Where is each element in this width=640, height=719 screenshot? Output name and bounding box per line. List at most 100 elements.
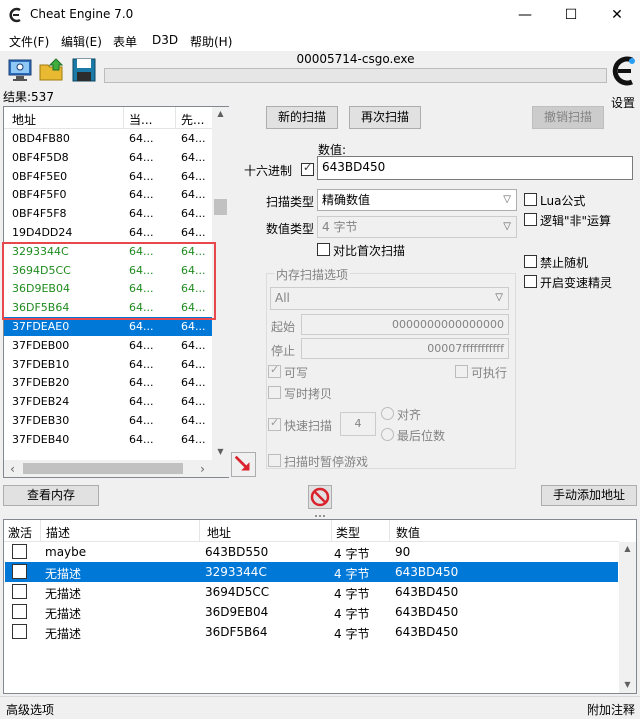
not-logic-label: 逻辑"非"运算 [540, 214, 612, 228]
row-address: 19D4DD24 [12, 226, 73, 239]
row-type: 4 字节 [334, 567, 370, 581]
active-checkbox[interactable] [12, 624, 27, 639]
found-list-row[interactable]: 0BF4F5F8 64... 64... [4, 204, 212, 223]
lua-formula-checkbox[interactable] [524, 193, 537, 206]
add-to-list-button[interactable] [231, 452, 256, 477]
found-list-row[interactable]: 37FDEB40 64... 64... [4, 430, 212, 449]
row-value: 643BD450 [395, 625, 459, 639]
writable-checkbox[interactable] [268, 363, 281, 378]
settings-label[interactable]: 设置 [611, 94, 635, 111]
scan-type-select[interactable]: 精确数值 ▽ [317, 189, 517, 211]
hex-checkbox[interactable] [301, 161, 314, 176]
column-address[interactable]: 地址 [207, 524, 231, 541]
row-current-value: 64... [129, 320, 154, 333]
column-address[interactable]: 地址 [12, 111, 36, 128]
save-icon[interactable] [70, 56, 98, 84]
advanced-options-link[interactable]: 高级选项 [6, 701, 54, 718]
align-label: 对齐 [397, 408, 422, 422]
executable-checkbox[interactable] [455, 365, 468, 378]
scroll-thumb[interactable] [214, 199, 227, 215]
disable-random-checkbox[interactable] [524, 255, 537, 268]
stop-address-input[interactable]: 00007fffffffffff [301, 338, 509, 359]
settings-logo-icon[interactable] [609, 54, 639, 92]
splitter-handle[interactable] [3, 509, 637, 517]
found-list-row[interactable]: 37FDEB30 64... 64... [4, 411, 212, 430]
clear-list-button[interactable] [308, 485, 332, 509]
found-list-row[interactable]: 37FDEB00 64... 64... [4, 336, 212, 355]
open-file-icon[interactable] [38, 56, 66, 84]
row-type: 4 字节 [334, 627, 370, 641]
last-digits-radio[interactable] [381, 428, 394, 441]
row-current-value: 64... [129, 207, 154, 221]
row-addr: 36DF5B64 [205, 625, 268, 639]
scroll-down-icon[interactable]: ▼ [212, 447, 229, 456]
column-type[interactable]: 类型 [336, 524, 360, 541]
add-address-manually-button[interactable]: 手动添加地址 [541, 485, 637, 506]
active-checkbox[interactable] [12, 584, 27, 599]
table-comments-link[interactable]: 附加注释 [587, 701, 635, 718]
row-desc: maybe [45, 545, 87, 559]
align-radio[interactable] [381, 407, 394, 420]
cheat-table-row[interactable]: maybe 643BD550 4 字节 90 [5, 542, 618, 562]
column-current[interactable]: 当... [129, 111, 152, 128]
speedhack-checkbox[interactable] [524, 275, 537, 288]
found-list-row[interactable]: 0BD4FB80 64... 64... [4, 129, 212, 148]
title-bar: Cheat Engine 7.0 — ☐ ✕ [0, 0, 640, 31]
active-checkbox[interactable] [12, 544, 27, 559]
copy-on-write-checkbox[interactable] [268, 386, 281, 399]
row-addr: 36D9EB04 [205, 605, 269, 619]
active-checkbox[interactable] [12, 564, 27, 579]
cheat-table-row[interactable]: 无描述 36DF5B64 4 字节 643BD450 [5, 622, 618, 642]
found-list-row[interactable]: 0BF4F5E0 64... 64... [4, 167, 212, 186]
pause-game-checkbox[interactable] [268, 454, 281, 467]
found-list-row[interactable]: 37FDEB20 64... 64... [4, 373, 212, 392]
menu-help[interactable]: 帮助(H) [190, 33, 232, 50]
maximize-button[interactable]: ☐ [548, 0, 594, 31]
found-list-row[interactable]: 37FDEB10 64... 64... [4, 355, 212, 374]
found-list-hscroll[interactable]: ‹ › [4, 460, 212, 477]
menu-d3d[interactable]: D3D [152, 33, 178, 47]
cheat-table-list[interactable]: 激活 描述 地址 类型 数值 ▲ ▼ maybe 643BD550 4 字节 90 无描… [3, 519, 637, 694]
found-list-row[interactable]: 19D4DD24 64... 64... [4, 223, 212, 242]
start-address-input[interactable]: 0000000000000000 [301, 314, 509, 335]
column-active[interactable]: 激活 [8, 524, 32, 541]
menu-bar: 文件(F) 编辑(E) 表单 D3D 帮助(H) [0, 31, 640, 51]
new-scan-button[interactable]: 新的扫描 [266, 106, 338, 129]
value-input[interactable]: 643BD450 [317, 156, 633, 180]
menu-table[interactable]: 表单 [113, 33, 137, 50]
not-logic-checkbox[interactable] [524, 213, 537, 226]
active-checkbox[interactable] [12, 604, 27, 619]
next-scan-button[interactable]: 再次扫描 [349, 106, 421, 129]
cheat-table-row[interactable]: 无描述 3694D5CC 4 字节 643BD450 [5, 582, 618, 602]
open-process-icon[interactable] [6, 56, 34, 84]
scroll-thumb-horizontal[interactable] [23, 463, 183, 474]
fast-scan-input[interactable]: 4 [340, 412, 376, 436]
scroll-up-icon[interactable]: ▲ [212, 109, 229, 118]
fast-scan-checkbox[interactable] [268, 416, 281, 431]
column-value[interactable]: 数值 [396, 524, 420, 541]
menu-edit[interactable]: 编辑(E) [61, 33, 102, 50]
undo-scan-button[interactable]: 撤销扫描 [532, 106, 604, 129]
scroll-down-icon[interactable]: ▼ [619, 680, 636, 689]
found-list-row[interactable]: 37FDEB24 64... 64... [4, 392, 212, 411]
memory-region-select[interactable]: All ▽ [270, 287, 509, 310]
close-button[interactable]: ✕ [594, 0, 640, 31]
view-memory-button[interactable]: 查看内存 [3, 485, 99, 506]
scroll-up-icon[interactable]: ▲ [619, 544, 636, 553]
minimize-button[interactable]: — [502, 0, 548, 31]
column-previous[interactable]: 先... [181, 111, 204, 128]
cheat-table-row[interactable]: 无描述 36D9EB04 4 字节 643BD450 [5, 602, 618, 622]
found-list-row[interactable]: 0BF4F5D8 64... 64... [4, 148, 212, 167]
row-desc: 无描述 [45, 567, 82, 581]
value-type-select[interactable]: 4 字节 ▽ [317, 216, 517, 238]
column-description[interactable]: 描述 [46, 524, 70, 541]
cheat-table-vscroll[interactable]: ▲ ▼ [619, 542, 636, 693]
cheat-table-row[interactable]: 无描述 3293344C 4 字节 643BD450 [5, 562, 618, 582]
scroll-left-icon[interactable]: ‹ [4, 462, 21, 476]
found-list-row[interactable]: 0BF4F5F0 64... 64... [4, 185, 212, 204]
menu-file[interactable]: 文件(F) [9, 33, 49, 50]
row-address: 37FDEB20 [12, 376, 70, 390]
scroll-right-icon[interactable]: › [194, 462, 211, 476]
compare-first-checkbox[interactable] [317, 243, 330, 256]
scan-type-label: 扫描类型 [266, 195, 315, 209]
